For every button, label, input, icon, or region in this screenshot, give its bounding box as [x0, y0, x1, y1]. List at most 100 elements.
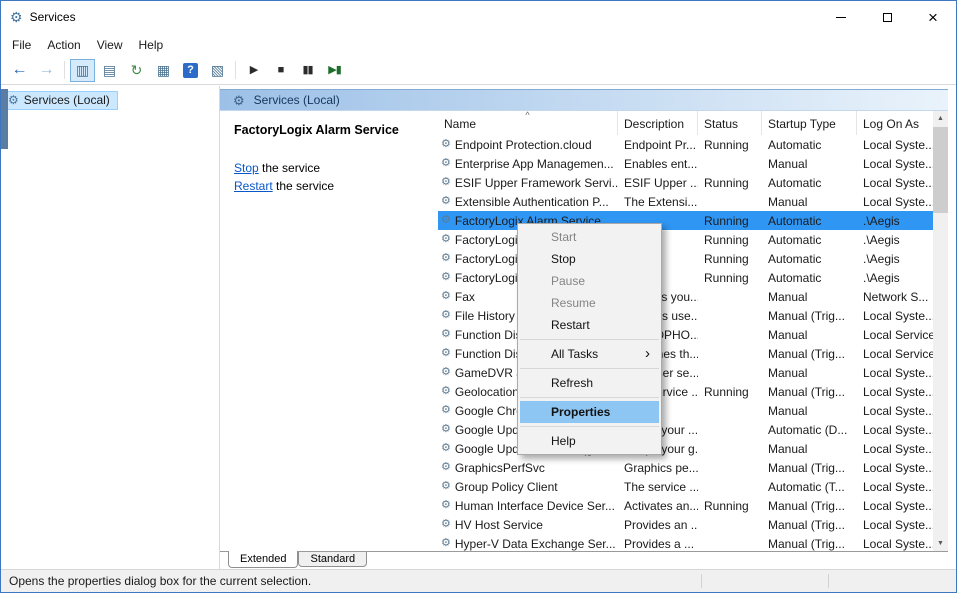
menu-view[interactable]: View	[89, 35, 131, 55]
vertical-scrollbar[interactable]: ▲ ▼	[933, 111, 948, 551]
pause-service-button[interactable]: ▮▮	[295, 59, 320, 82]
menu-action[interactable]: Action	[39, 35, 88, 55]
cell-status: Running	[698, 135, 762, 154]
context-menu-pause: Pause	[520, 270, 659, 292]
service-name-text: GraphicsPerfSvc	[455, 461, 545, 475]
tree-item-services-local[interactable]: ⚙ Services (Local)	[4, 91, 118, 110]
service-row[interactable]: ⚙Function Discovery Provid...The FDPHO..…	[438, 325, 933, 344]
context-menu-help[interactable]: Help	[520, 430, 659, 452]
service-name-text: Fax	[455, 290, 475, 304]
refresh-button[interactable]: ↻	[124, 59, 149, 82]
service-row[interactable]: ⚙FactoryLogix...RunningAutomatic.\Aegis	[438, 249, 933, 268]
cell-startup-type: Manual (Trig...	[762, 382, 857, 401]
service-row[interactable]: ⚙HV Host ServiceProvides an ...Manual (T…	[438, 515, 933, 534]
service-gear-icon: ⚙	[441, 272, 451, 283]
context-menu-properties[interactable]: Properties	[520, 401, 659, 423]
cell-status: Running	[698, 268, 762, 287]
service-name-text: Endpoint Protection.cloud	[455, 138, 592, 152]
cell-log-on-as: Local Syste...	[857, 515, 933, 534]
service-gear-icon: ⚙	[441, 519, 451, 530]
tab-extended[interactable]: Extended	[228, 551, 298, 568]
service-row[interactable]: ⚙Endpoint Protection.cloudEndpoint Pr...…	[438, 135, 933, 154]
cell-description: Provides an ...	[618, 515, 698, 534]
show-console-tree-button[interactable]: ▥	[70, 59, 95, 82]
service-row[interactable]: ⚙Google Chrome Elevation ...ManualLocal …	[438, 401, 933, 420]
service-row[interactable]: ⚙FactoryLogix...RunningAutomatic.\Aegis	[438, 230, 933, 249]
service-gear-icon: ⚙	[441, 234, 451, 245]
scroll-thumb[interactable]	[933, 127, 948, 213]
context-menu-restart[interactable]: Restart	[520, 314, 659, 336]
cell-status	[698, 401, 762, 420]
service-row[interactable]: ⚙GameDVR and Broadcast U...This user se.…	[438, 363, 933, 382]
selected-service-title: FactoryLogix Alarm Service	[234, 123, 432, 137]
restart-service-button[interactable]: ▶▮	[322, 59, 347, 82]
toolbar-separator	[235, 61, 236, 79]
cell-startup-type: Manual (Trig...	[762, 496, 857, 515]
cell-name: ⚙Enterprise App Managemen...	[438, 154, 618, 173]
help-button[interactable]: ?	[178, 59, 203, 82]
cell-status: Running	[698, 382, 762, 401]
cell-description: Activates an...	[618, 496, 698, 515]
show-action-pane-button[interactable]: ▧	[205, 59, 230, 82]
cell-startup-type: Manual	[762, 439, 857, 458]
sort-ascending-icon: ^	[525, 111, 529, 120]
service-row[interactable]: ⚙Function Discovery Resourc...Publishes …	[438, 344, 933, 363]
service-row[interactable]: ⚙Geolocation ServiceThis service ...Runn…	[438, 382, 933, 401]
context-menu-item-label: Stop	[551, 252, 576, 266]
cell-startup-type: Manual (Trig...	[762, 515, 857, 534]
service-row[interactable]: ⚙Enterprise App Managemen...Enables ent.…	[438, 154, 933, 173]
context-menu-stop[interactable]: Stop	[520, 248, 659, 270]
context-menu-all-tasks[interactable]: All Tasks›	[520, 343, 659, 365]
service-name-text: Enterprise App Managemen...	[455, 157, 614, 171]
service-name-text: Group Policy Client	[455, 480, 558, 494]
export-list-button[interactable]: ▦	[151, 59, 176, 82]
column-header-description[interactable]: Description	[618, 111, 698, 135]
service-row[interactable]: ⚙Hyper-V Data Exchange Ser...Provides a …	[438, 534, 933, 551]
menu-file[interactable]: File	[4, 35, 39, 55]
restart-service-link[interactable]: Restart	[234, 179, 273, 193]
forward-button[interactable]: →	[34, 59, 59, 82]
cell-description: The Extensi...	[618, 192, 698, 211]
minimize-icon	[836, 17, 846, 18]
properties-button[interactable]: ▤	[97, 59, 122, 82]
toolbar: ←→ ▥▤↻▦?▧ ▶■▮▮▶▮	[1, 56, 956, 85]
minimize-button[interactable]	[818, 1, 864, 33]
tab-standard[interactable]: Standard	[298, 552, 367, 567]
service-list: ⚙Endpoint Protection.cloudEndpoint Pr...…	[438, 135, 933, 551]
close-button[interactable]: ×	[910, 1, 956, 33]
menu-help[interactable]: Help	[131, 35, 172, 55]
scroll-down-button[interactable]: ▼	[933, 536, 948, 551]
column-header-startup-type[interactable]: Startup Type	[762, 111, 857, 135]
cell-startup-type: Automatic (D...	[762, 420, 857, 439]
status-text: Opens the properties dialog box for the …	[9, 574, 311, 588]
maximize-button[interactable]	[864, 1, 910, 33]
service-row[interactable]: ⚙Google Update Service (g...Keeps your g…	[438, 439, 933, 458]
context-menu-item-label: Start	[551, 230, 576, 244]
start-service-button[interactable]: ▶	[241, 59, 266, 82]
service-row[interactable]: ⚙FaxEnables you...ManualNetwork S...	[438, 287, 933, 306]
service-row[interactable]: ⚙ESIF Upper Framework Servi...ESIF Upper…	[438, 173, 933, 192]
service-row[interactable]: ⚙Google Update Service (g...Keeps your .…	[438, 420, 933, 439]
close-icon: ×	[928, 9, 938, 26]
service-row[interactable]: ⚙File History ServiceProtects use...Manu…	[438, 306, 933, 325]
column-header-name[interactable]: Name^	[438, 111, 618, 135]
back-button[interactable]: ←	[7, 59, 32, 82]
context-menu-item-label: Resume	[551, 296, 596, 310]
service-row[interactable]: ⚙Group Policy ClientThe service ...Autom…	[438, 477, 933, 496]
service-gear-icon: ⚙	[441, 253, 451, 264]
stop-service-button[interactable]: ■	[268, 59, 293, 82]
service-gear-icon: ⚙	[441, 139, 451, 150]
service-row[interactable]: ⚙GraphicsPerfSvcGraphics pe...Manual (Tr…	[438, 458, 933, 477]
context-menu-refresh[interactable]: Refresh	[520, 372, 659, 394]
scroll-up-button[interactable]: ▲	[933, 111, 948, 126]
cell-log-on-as: .\Aegis	[857, 230, 933, 249]
service-row[interactable]: ⚙Human Interface Device Ser...Activates …	[438, 496, 933, 515]
service-row[interactable]: ⚙FactoryLogix...RunningAutomatic.\Aegis	[438, 268, 933, 287]
column-header-status[interactable]: Status	[698, 111, 762, 135]
service-row[interactable]: ⚙FactoryLogix Alarm ServiceRunningAutoma…	[438, 211, 933, 230]
stop-service-link[interactable]: Stop	[234, 161, 259, 175]
service-row[interactable]: ⚙Extensible Authentication P...The Exten…	[438, 192, 933, 211]
column-header-log-on-as[interactable]: Log On As	[857, 111, 933, 135]
context-menu-item-label: Refresh	[551, 376, 593, 390]
cell-log-on-as: Local Syste...	[857, 439, 933, 458]
